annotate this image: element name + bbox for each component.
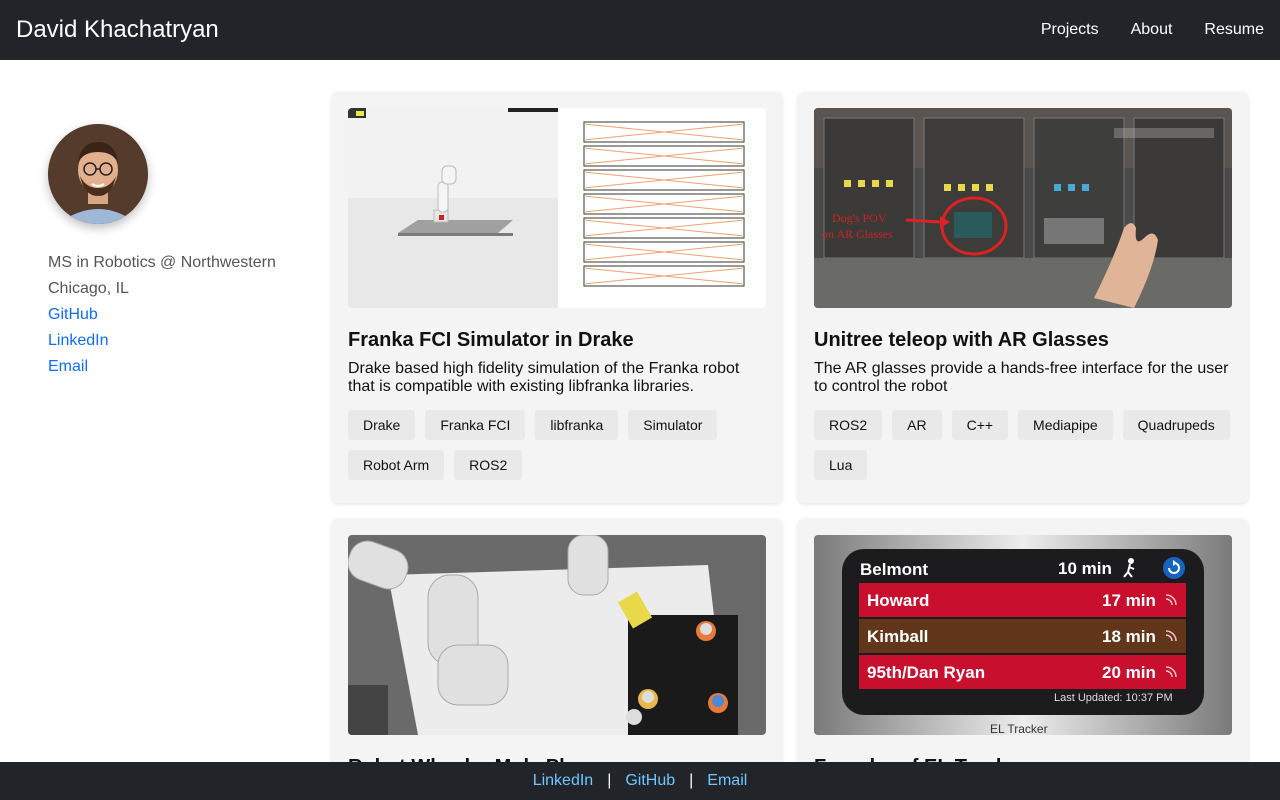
project-image-mole	[348, 535, 766, 735]
project-card-unitree[interactable]: Dog's POV on AR Glasses Unitree teleop w…	[798, 92, 1248, 503]
image-annotation-line2: on AR Glasses	[822, 227, 893, 241]
tag: ROS2	[454, 450, 523, 480]
footer-linkedin-link[interactable]: LinkedIn	[533, 772, 594, 790]
footer-separator: |	[689, 772, 694, 789]
tag: Mediapipe	[1018, 410, 1113, 440]
tag: Quadrupeds	[1122, 410, 1230, 440]
profile-bio: MS in Robotics @ Northwestern Chicago, I…	[48, 250, 308, 380]
tag: AR	[892, 410, 942, 440]
project-title[interactable]: Unitree teleop with AR Glasses	[814, 329, 1232, 352]
footer-email-link[interactable]: Email	[707, 772, 747, 790]
arrival-time: 20 min	[1102, 663, 1156, 682]
arrival-destination: Howard	[867, 591, 929, 610]
project-card-eltracker[interactable]: Belmont 10 min Howard 17 min Kimball 18 min…	[798, 519, 1248, 800]
arrival-destination: Kimball	[867, 627, 928, 646]
footer: LinkedIn | GitHub | Email	[0, 762, 1280, 800]
tag: C++	[951, 410, 1009, 440]
arrival-destination: 95th/Dan Ryan	[867, 663, 985, 682]
project-card-franka[interactable]: Franka FCI Simulator in Drake Drake base…	[332, 92, 782, 503]
nav-link-resume[interactable]: Resume	[1204, 21, 1264, 39]
arrival-time: 18 min	[1102, 627, 1156, 646]
project-tags: Drake Franka FCI libfranka Simulator Rob…	[348, 410, 766, 480]
profile-location: Chicago, IL	[48, 280, 129, 297]
top-navbar: David Khachatryan Projects About Resume	[0, 0, 1280, 60]
refresh-icon	[1163, 557, 1185, 579]
image-annotation-line1: Dog's POV	[832, 211, 887, 225]
profile-degree: MS in Robotics @ Northwestern	[48, 254, 276, 271]
project-image-franka	[348, 108, 766, 308]
profile-avatar	[48, 124, 148, 224]
tag: ROS2	[814, 410, 883, 440]
profile-email-link[interactable]: Email	[48, 354, 308, 380]
project-image-unitree: Dog's POV on AR Glasses	[814, 108, 1232, 308]
project-card-mole[interactable]: Robot Wheeler Mole Play	[332, 519, 782, 800]
project-title[interactable]: Franka FCI Simulator in Drake	[348, 329, 766, 352]
widget-walk-time: 10 min	[1058, 559, 1112, 578]
arrival-time: 17 min	[1102, 591, 1156, 610]
tag: Simulator	[628, 410, 718, 440]
project-tags: ROS2 AR C++ Mediapipe Quadrupeds Lua	[814, 410, 1232, 480]
profile-sidebar: MS in Robotics @ Northwestern Chicago, I…	[48, 124, 308, 380]
site-brand-link[interactable]: David Khachatryan	[16, 16, 219, 44]
footer-separator: |	[607, 772, 612, 789]
tag: Lua	[814, 450, 868, 480]
nav-link-projects[interactable]: Projects	[1041, 21, 1099, 39]
footer-github-link[interactable]: GitHub	[625, 772, 675, 790]
nav-links: Projects About Resume	[1041, 21, 1264, 39]
tag: Franka FCI	[425, 410, 526, 440]
tag: Robot Arm	[348, 450, 445, 480]
tag: libfranka	[535, 410, 619, 440]
widget-station: Belmont	[860, 560, 928, 579]
nav-link-about[interactable]: About	[1131, 21, 1173, 39]
widget-updated: Last Updated: 10:37 PM	[1054, 692, 1173, 704]
profile-linkedin-link[interactable]: LinkedIn	[48, 328, 308, 354]
projects-grid: Franka FCI Simulator in Drake Drake base…	[332, 92, 1248, 800]
project-description: Drake based high fidelity simulation of …	[348, 360, 740, 395]
profile-github-link[interactable]: GitHub	[48, 302, 308, 328]
tag: Drake	[348, 410, 416, 440]
project-description: The AR glasses provide a hands-free inte…	[814, 360, 1229, 395]
project-image-eltracker: Belmont 10 min Howard 17 min Kimball 18 min…	[814, 535, 1232, 735]
widget-app-name: EL Tracker	[990, 722, 1048, 735]
